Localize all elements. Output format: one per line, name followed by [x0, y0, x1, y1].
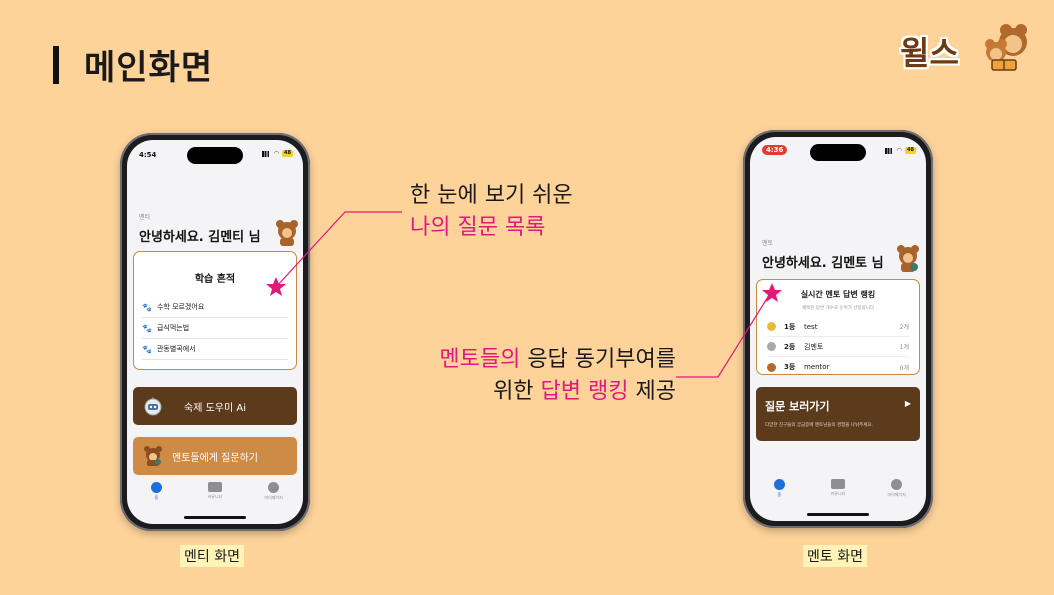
caption-mentee-screen: 멘티 화면 — [180, 545, 244, 567]
callout-line: 멘토들의 응답 동기부여를 — [414, 344, 676, 376]
callout-text: 제공 — [628, 379, 677, 404]
callout-connectors — [266, 211, 782, 378]
connector-line-top — [275, 211, 402, 288]
star-icon — [762, 283, 782, 302]
connector-line-bottom — [676, 291, 772, 378]
callout-line: 한 눈에 보기 쉬운 — [410, 183, 573, 208]
caption-mentor-screen: 멘토 화면 — [803, 545, 867, 567]
callout-question-list: 한 눈에 보기 쉬운 나의 질문 목록 — [410, 180, 573, 244]
callout-highlight: 답변 랭킹 — [540, 379, 629, 404]
callout-highlight: 멘토들의 — [439, 347, 521, 372]
callout-text: 응답 동기부여를 — [520, 347, 676, 372]
callout-text: 위한 — [493, 379, 541, 404]
callout-line-highlight: 나의 질문 목록 — [410, 215, 546, 240]
callout-answer-ranking: 멘토들의 응답 동기부여를 위한 답변 랭킹 제공 — [414, 344, 676, 408]
callout-line: 위한 답변 랭킹 제공 — [414, 376, 676, 408]
